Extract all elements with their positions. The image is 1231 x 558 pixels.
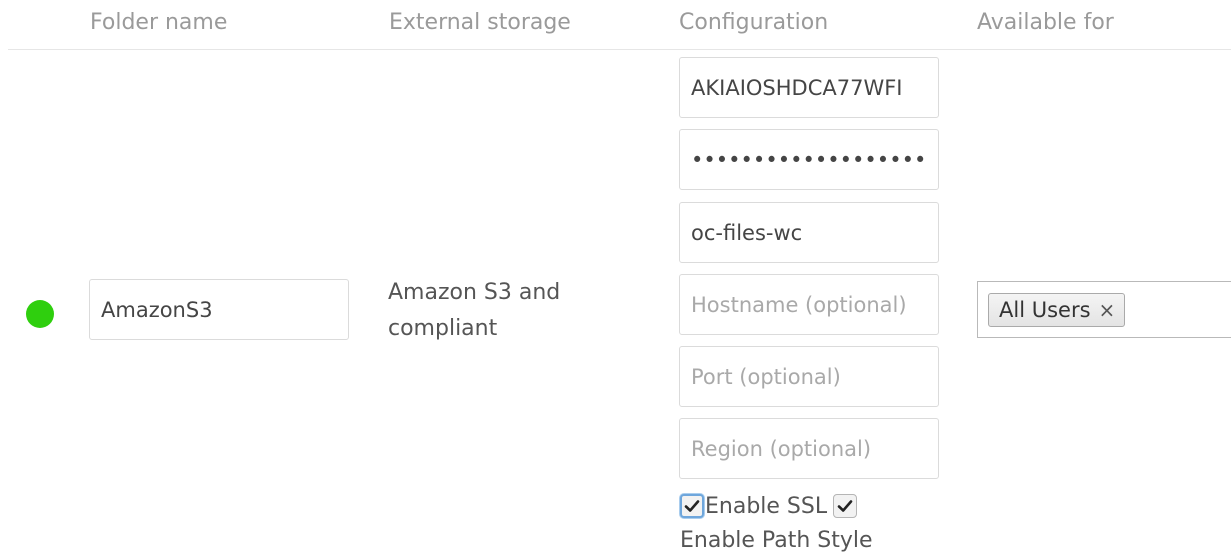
available-for-select[interactable]: All Users ×	[977, 281, 1231, 338]
column-header-available-for: Available for	[977, 10, 1114, 35]
column-header-configuration: Configuration	[679, 10, 829, 35]
hostname-input[interactable]	[679, 274, 939, 335]
remove-tag-icon[interactable]: ×	[1099, 294, 1116, 326]
port-input[interactable]	[679, 346, 939, 407]
status-indicator-icon	[26, 300, 54, 328]
region-input[interactable]	[679, 418, 939, 479]
checkmark-icon	[837, 500, 853, 512]
secret-key-input[interactable]	[679, 129, 939, 190]
storage-backend-line-2: compliant	[388, 316, 498, 341]
enable-path-style-label: Enable Path Style	[680, 528, 873, 553]
header-divider	[8, 49, 1231, 50]
storage-backend-line-1: Amazon S3 and	[388, 280, 561, 305]
storage-backend-label: Amazon S3 and compliant	[388, 275, 638, 347]
checkmark-icon	[684, 500, 700, 512]
folder-name-input[interactable]	[89, 279, 349, 340]
enable-path-style-checkbox[interactable]	[833, 494, 858, 518]
bucket-input[interactable]	[679, 202, 939, 263]
column-header-folder-name: Folder name	[90, 10, 228, 35]
user-group-tag-label: All Users	[999, 298, 1091, 322]
enable-ssl-checkbox[interactable]	[680, 494, 704, 518]
column-header-external-storage: External storage	[389, 10, 571, 35]
external-storage-table: Folder name External storage Configurati…	[0, 0, 1231, 558]
access-key-input[interactable]	[679, 57, 939, 118]
user-group-tag: All Users ×	[988, 293, 1126, 327]
enable-ssl-label: Enable SSL	[705, 494, 828, 519]
s3-options: Enable SSL Enable Path Style	[680, 490, 980, 558]
